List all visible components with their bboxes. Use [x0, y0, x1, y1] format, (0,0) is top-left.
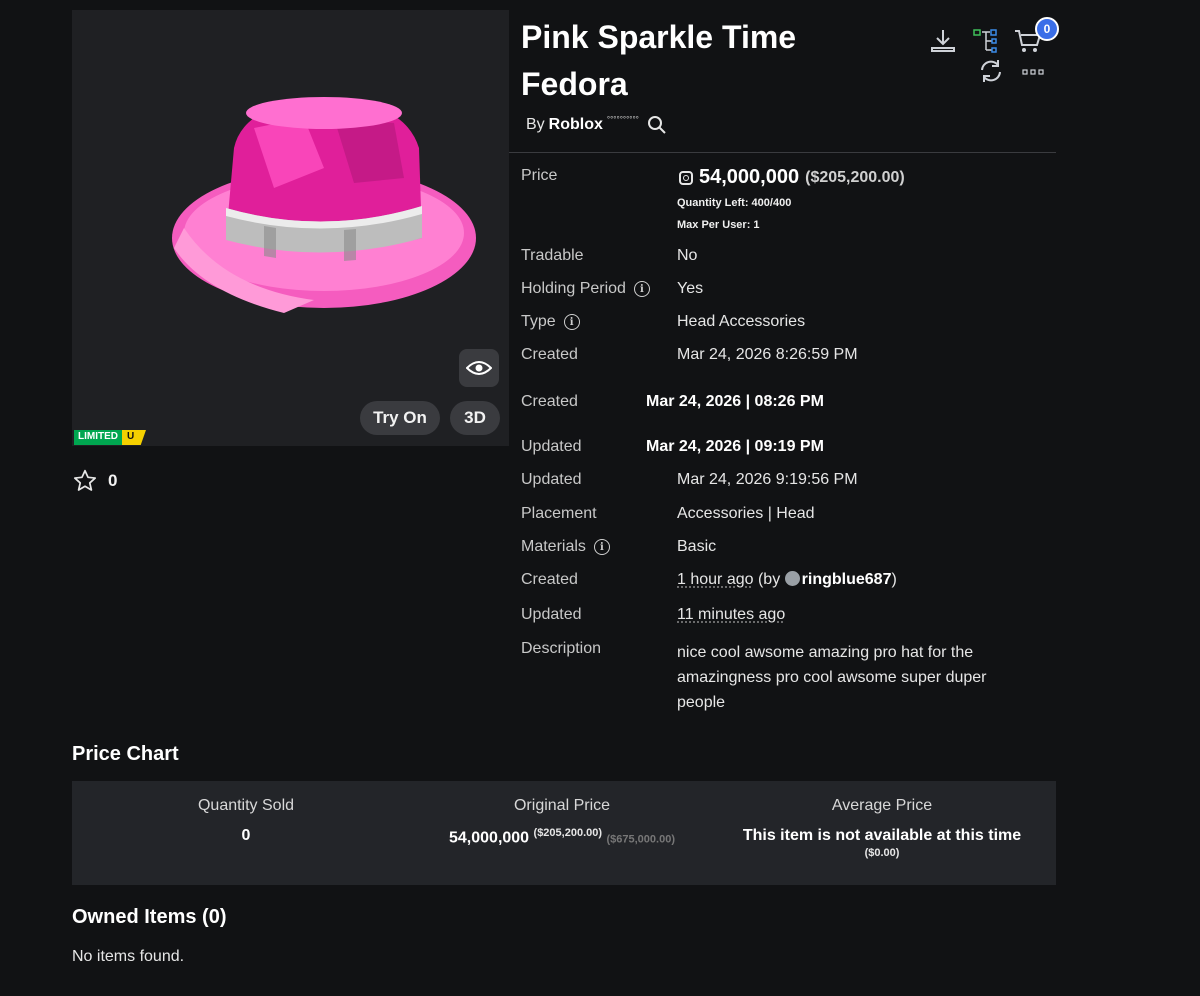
created-by-user[interactable]: ringblue687	[802, 571, 892, 588]
price-chart-panel: Quantity Sold 0 Original Price 54,000,00…	[72, 781, 1056, 885]
quantity-sold-value: 0	[241, 827, 251, 844]
owned-items-heading: Owned Items (0)	[72, 906, 227, 928]
updated-label-3: Updated	[521, 606, 582, 623]
updated-value-2: Mar 24, 2026 9:19:56 PM	[677, 471, 858, 488]
updated-relative-value: 11 minutes ago	[677, 606, 786, 623]
materials-label: Materials	[521, 538, 586, 555]
created-label-2: Created	[521, 393, 578, 410]
average-price-value: This item is not available at this time	[742, 827, 1022, 844]
quantity-left: Quantity Left: 400/400	[677, 197, 792, 209]
item-thumbnail: Try On 3D LIMITED U	[72, 10, 509, 446]
info-icon[interactable]: i	[563, 314, 580, 330]
star-icon	[73, 469, 97, 491]
view-3d-button[interactable]: 3D	[450, 401, 500, 435]
updated-label: Updated	[521, 438, 582, 455]
creator-link[interactable]: Roblox	[549, 116, 603, 134]
owned-items-empty: No items found.	[72, 948, 185, 965]
price-chart-heading: Price Chart	[72, 743, 179, 765]
original-price-alt: ($675,000.00)	[606, 833, 675, 846]
holding-period-label: Holding Period	[521, 280, 626, 297]
creator-suffix: °°°°°°°°°°	[606, 114, 639, 124]
original-price-usd: ($205,200.00)	[533, 827, 603, 839]
original-price-value-row: 54,000,000 ($205,200.00) ($675,000.00)	[402, 827, 722, 847]
by-label: By	[526, 116, 545, 133]
updated-label-2: Updated	[521, 471, 582, 488]
description-text: nice cool awsome amazing pro hat for the…	[677, 644, 987, 711]
type-value: Head Accessories	[677, 313, 806, 330]
tradable-value: No	[677, 247, 698, 264]
hierarchy-icon[interactable]	[972, 28, 998, 54]
preview-eye-button[interactable]	[459, 349, 499, 387]
created-relative-time: 1 hour ago	[677, 571, 754, 588]
price-label: Price	[521, 167, 558, 184]
average-price-col: Average Price This item is not available…	[732, 797, 1032, 859]
limited-badge: LIMITED U	[74, 430, 146, 445]
placement-label: Placement	[521, 505, 597, 522]
avatar	[784, 571, 800, 586]
average-price-label: Average Price	[831, 797, 933, 814]
refresh-icon[interactable]	[978, 58, 1004, 84]
info-icon[interactable]: i	[593, 539, 610, 555]
created-value: Mar 24, 2026 8:26:59 PM	[677, 346, 858, 363]
limited-u-text: U	[122, 430, 146, 445]
fedora-image	[172, 97, 476, 313]
favorite-count: 0	[108, 471, 118, 490]
average-price-usd: ($0.00)	[864, 847, 900, 859]
placement-value: Accessories | Head	[677, 505, 815, 522]
created-label-3: Created	[521, 571, 578, 588]
created-by-prefix: (by	[757, 571, 781, 588]
quantity-sold-col: Quantity Sold 0	[146, 797, 346, 845]
price-usd: ($205,200.00)	[805, 168, 905, 186]
materials-value: Basic	[677, 538, 717, 555]
download-icon[interactable]	[930, 28, 956, 56]
original-price-label: Original Price	[513, 797, 611, 814]
eye-icon	[466, 361, 492, 375]
title-divider	[509, 152, 1056, 153]
original-price-value: 54,000,000	[449, 829, 530, 847]
tradable-label: Tradable	[521, 247, 584, 264]
info-icon[interactable]: i	[633, 281, 650, 297]
holding-period-row: Holding Period i	[521, 280, 650, 298]
try-on-button[interactable]: Try On	[360, 401, 440, 435]
type-label: Type	[521, 313, 556, 330]
created-relative-value: 1 hour ago (by ringblue687)	[677, 571, 897, 589]
quantity-sold-label: Quantity Sold	[197, 797, 295, 814]
updated-value: Mar 24, 2026 | 09:19 PM	[646, 438, 824, 455]
more-options-icon[interactable]	[1022, 68, 1044, 76]
holding-period-value: Yes	[677, 280, 704, 297]
price-robux: 54,000,000	[699, 166, 800, 188]
created-by-suffix: )	[891, 571, 897, 588]
original-price-col: Original Price 54,000,000 ($205,200.00) …	[402, 797, 722, 847]
materials-row: Materials i	[521, 538, 610, 556]
creator-byline: By Roblox °°°°°°°°°°	[526, 115, 667, 135]
search-icon[interactable]	[647, 115, 667, 135]
price-value: 54,000,000 ($205,200.00)	[679, 166, 905, 189]
cart-count-badge: 0	[1035, 17, 1059, 41]
item-title: Pink Sparkle Time Fedora	[521, 19, 797, 102]
description-label: Description	[521, 640, 602, 657]
favorite-control[interactable]: 0	[72, 468, 117, 494]
created-value-2: Mar 24, 2026 | 08:26 PM	[646, 393, 824, 410]
type-row: Type i	[521, 313, 580, 331]
max-per-user: Max Per User: 1	[677, 219, 760, 231]
robux-icon	[679, 170, 693, 185]
limited-badge-text: LIMITED	[74, 430, 122, 445]
created-label: Created	[521, 346, 578, 363]
